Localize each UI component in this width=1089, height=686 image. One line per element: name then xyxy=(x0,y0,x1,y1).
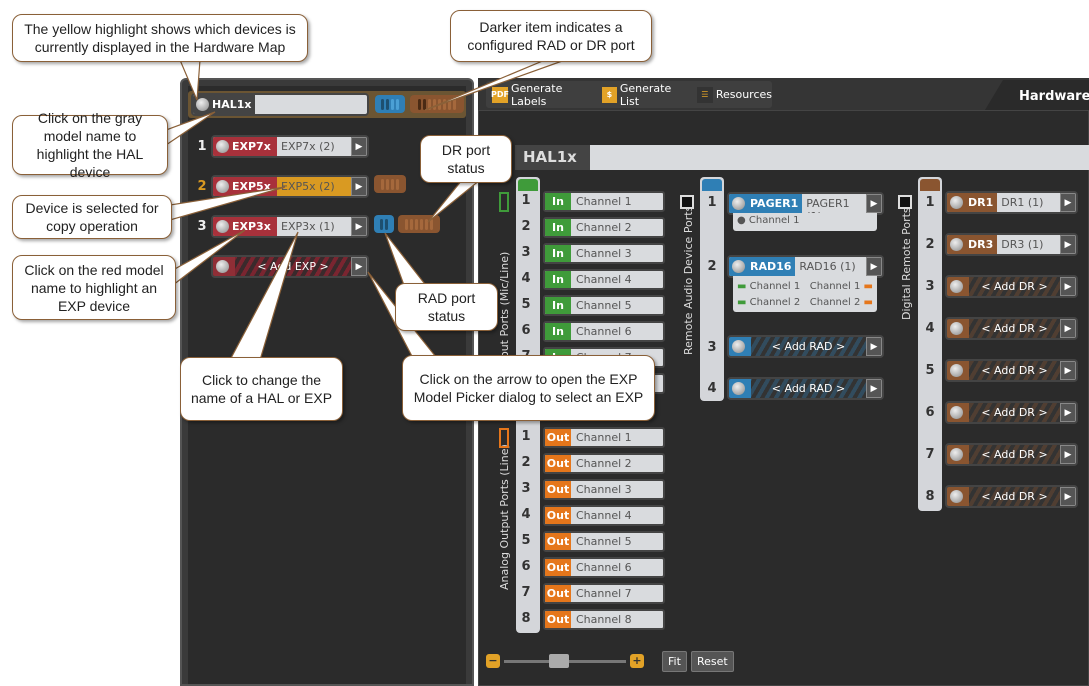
callout-tails xyxy=(165,59,566,363)
callout-yellow-highlight: The yellow highlight shows which devices… xyxy=(12,14,308,62)
callout-rad-status: RAD port status xyxy=(395,283,498,331)
callout-gray-model: Click on the gray model name to highligh… xyxy=(12,110,168,180)
callout-copy: Device is selected for copy operation xyxy=(12,195,172,239)
callout-red-model: Click on the red model name to highlight… xyxy=(12,255,176,320)
callout-change-name: Click to change the name of a HAL or EXP xyxy=(180,357,343,421)
callout-arrow: Click on the arrow to open the EXP Model… xyxy=(402,355,655,421)
callout-dr-status: DR port status xyxy=(420,135,512,183)
callout-darker-item: Darker item indicates a configured RAD o… xyxy=(450,10,652,62)
